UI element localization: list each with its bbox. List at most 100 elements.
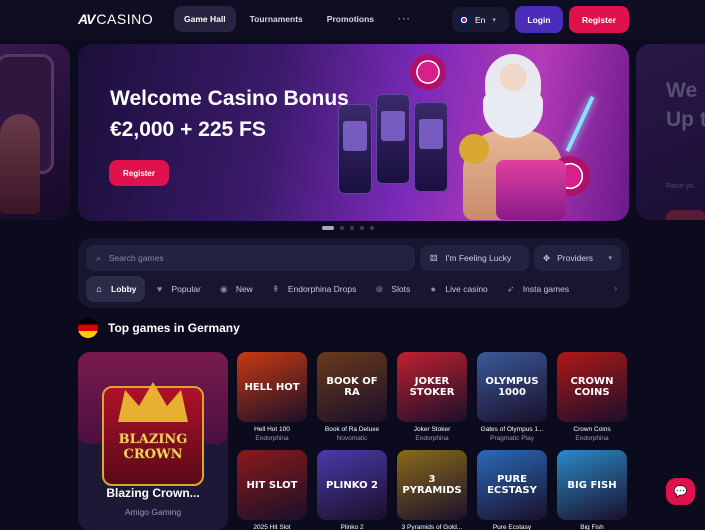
site-logo[interactable]: AV CASINO [78, 11, 153, 27]
game-thumbnail: JOKER STOKER [397, 352, 467, 422]
game-thumbnail: HIT SLOT [237, 450, 307, 520]
germany-flag-icon [78, 318, 98, 338]
top-header: AV CASINO Game Hall Tournaments Promotio… [0, 0, 705, 40]
tab-label: Insta games [522, 284, 570, 294]
tab-popular[interactable]: ♥ Popular [147, 276, 209, 302]
game-art-label: PLINKO 2 [325, 479, 379, 491]
language-selector[interactable]: En ▾ [452, 7, 509, 32]
game-art-label: OLYMPUS 1000 [485, 376, 539, 398]
next-slide-title: We Up t [666, 76, 705, 134]
more-menu-icon[interactable]: ··· [388, 6, 421, 32]
section-header: Top games in Germany [78, 318, 240, 338]
tab-lobby[interactable]: ⌂ Lobby [86, 276, 145, 302]
login-button[interactable]: Login [515, 6, 563, 33]
carousel-dot[interactable] [360, 226, 364, 230]
game-art-label: JOKER STOKER [409, 376, 455, 398]
game-card[interactable]: HIT SLOT 2025 Hit Slot [237, 450, 307, 530]
carousel-dot[interactable] [340, 226, 344, 230]
carousel-dot[interactable] [350, 226, 354, 230]
main-nav: Game Hall Tournaments Promotions ··· [174, 6, 421, 32]
game-card[interactable]: PURE ECSTASY Pure Ecstasy [477, 450, 547, 530]
chevron-right-icon[interactable]: › [614, 284, 617, 293]
providers-dropdown[interactable]: ✥ Providers ▾ [534, 245, 621, 271]
game-thumbnail: 3 PYRAMIDS [397, 450, 467, 520]
tab-label: Slots [391, 284, 411, 294]
game-card[interactable]: CROWN COINS Crown Coins Endorphina [557, 352, 627, 442]
game-art-label: CROWN COINS [570, 376, 614, 398]
feeling-lucky-label: I'm Feeling Lucky [445, 253, 512, 263]
carousel-dot[interactable] [370, 226, 374, 230]
game-art-label: PURE ECSTASY [487, 474, 537, 496]
game-name: Hell Hot 100 [254, 426, 290, 433]
game-name: 3 Pyramids of Gold... [401, 524, 463, 530]
game-filter-panel: ⌕ Search games ⚄ I'm Feeling Lucky ✥ Pro… [78, 238, 629, 308]
dice-icon: ⚄ [430, 252, 438, 263]
next-slide-preview[interactable]: We Up t Raise yo Regist [636, 44, 705, 220]
game-card[interactable]: JOKER STOKER Joker Stoker Endorphina [397, 352, 467, 442]
chat-icon[interactable]: 💬 [666, 478, 695, 505]
search-icon: ⌕ [96, 252, 101, 263]
drops-icon: ⇞ [272, 283, 280, 294]
search-input[interactable]: ⌕ Search games [86, 245, 415, 271]
section-title: Top games in Germany [108, 321, 240, 335]
hero-title-line1: Welcome Casino Bonus [110, 87, 349, 110]
rocket-icon: ➶ [507, 283, 515, 294]
game-card[interactable]: 3 PYRAMIDS 3 Pyramids of Gold... [397, 450, 467, 530]
game-card[interactable]: BOOK OF RA Book of Ra Deluxe Novomatic [317, 352, 387, 442]
game-name: Joker Stoker [413, 426, 451, 433]
game-thumbnail: PURE ECSTASY [477, 450, 547, 520]
game-thumbnail: OLYMPUS 1000 [477, 352, 547, 422]
tab-endorphina-drops[interactable]: ⇞ Endorphina Drops [263, 276, 365, 302]
game-card[interactable]: BIG FISH Big Fish [557, 450, 627, 530]
next-slide-button: Regist [666, 210, 705, 220]
hero-register-button[interactable]: Register [109, 160, 169, 186]
game-thumbnail: HELL HOT [237, 352, 307, 422]
category-tabs: ⌂ Lobby ♥ Popular ◉ New ⇞ Endorphina Dro… [86, 276, 621, 302]
featured-art-text: BLAZING CROWN [118, 432, 188, 462]
feeling-lucky-button[interactable]: ⚄ I'm Feeling Lucky [420, 245, 529, 271]
tab-label: Endorphina Drops [287, 284, 357, 294]
tab-new[interactable]: ◉ New [211, 276, 261, 302]
tab-label: Live casino [445, 284, 488, 294]
nav-promotions[interactable]: Promotions [317, 6, 384, 32]
tab-label: New [235, 284, 253, 294]
game-art-label: 3 PYRAMIDS [402, 474, 462, 496]
game-name: Big Fish [580, 524, 604, 530]
tab-live-casino[interactable]: ● Live casino [420, 276, 496, 302]
prev-slide-preview[interactable] [0, 44, 70, 220]
game-name: Gates of Olympus 1... [480, 426, 544, 433]
game-name: Book of Ra Deluxe [324, 426, 380, 433]
game-card[interactable]: PLINKO 2 Plinko 2 [317, 450, 387, 530]
game-art-label: BIG FISH [567, 479, 617, 491]
next-slide-subtitle: Raise yo [666, 183, 694, 190]
tab-slots[interactable]: ⊛ Slots [366, 276, 418, 302]
tab-insta-games[interactable]: ➶ Insta games [498, 276, 577, 302]
featured-game-provider: Amigo Gaming [124, 507, 182, 517]
game-provider: Endorphina [255, 435, 289, 442]
game-thumbnail: CROWN COINS [557, 352, 627, 422]
hero-title: Welcome Casino Bonus €2,000 + 225 FS [110, 83, 349, 145]
game-art-label: HELL HOT [244, 381, 300, 393]
game-card[interactable]: HELL HOT Hell Hot 100 Endorphina [237, 352, 307, 442]
game-thumbnail: BOOK OF RA [317, 352, 387, 422]
slot-machines-illustration [338, 84, 448, 204]
slot-reel-illustration [496, 160, 566, 220]
search-placeholder: Search games [108, 253, 164, 263]
game-name: 2025 Hit Slot [253, 524, 291, 530]
game-name: Crown Coins [573, 426, 611, 433]
carousel-dot[interactable] [322, 226, 334, 230]
new-icon: ◉ [219, 283, 228, 294]
register-button[interactable]: Register [569, 6, 629, 33]
slots-icon: ⊛ [375, 283, 384, 294]
heart-icon: ♥ [156, 284, 163, 294]
game-art-label: HIT SLOT [246, 479, 298, 491]
featured-game-card[interactable]: BLAZING CROWN Blazing Crown... Amigo Gam… [78, 352, 228, 530]
hero-banner[interactable]: Welcome Casino Bonus €2,000 + 225 FS Reg… [78, 44, 629, 221]
chevron-down-icon: ▾ [608, 255, 612, 262]
game-thumbnail: PLINKO 2 [317, 450, 387, 520]
chevron-down-icon: ▾ [492, 16, 496, 24]
game-card[interactable]: OLYMPUS 1000 Gates of Olympus 1... Pragmat… [477, 352, 547, 442]
hero-title-line2: €2,000 + 225 FS [110, 118, 266, 141]
nav-tournaments[interactable]: Tournaments [240, 6, 313, 32]
nav-game-hall[interactable]: Game Hall [174, 6, 236, 32]
